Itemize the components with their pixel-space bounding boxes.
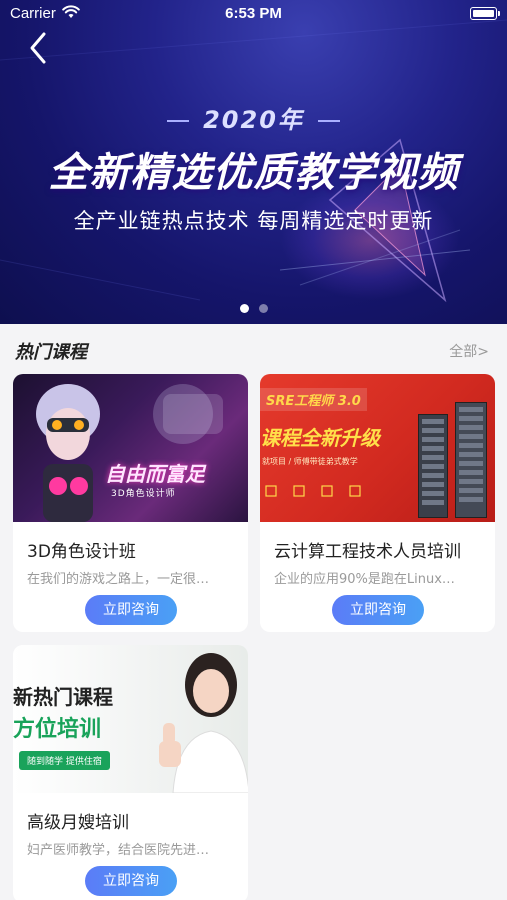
course-thumbnail: SRE工程师 3.0 课程全新升级 就项目 / 师傅带徒弟式教学 [260,374,495,522]
character-illustration [36,384,223,522]
banner-year: 2020年 [203,106,304,134]
thumbnail-subtext: 3D角色设计师 [111,489,176,499]
server-rack-graphic [455,402,487,518]
divider [317,120,340,122]
banner-subtitle: 全产业链热点技术 每周精选定时更新 [73,209,434,233]
thumbnail-subheadline: 方位培训 [13,717,102,742]
course-description: 妇产医师教学，结合医院先进… [27,843,210,858]
course-description: 企业的应用90%是跑在Linux… [274,572,455,587]
carousel-dot-active[interactable] [239,304,249,313]
banner-year-row: 2020年 [0,100,507,135]
server-rack-graphic [418,414,448,518]
battery-icon [470,7,500,20]
course-title: 3D角色设计班 [27,542,136,562]
course-thumbnail: 自由而富足 3D角色设计师 [13,374,248,522]
chevron-left-icon [30,32,46,64]
carousel-indicator [0,298,507,317]
clock: 6:53 PM [225,5,282,22]
back-button[interactable] [22,30,58,66]
thumbnail-tag: 随到随学 提供住宿 [19,751,110,770]
feature-icons [265,485,361,497]
status-bar: Carrier 6:53 PM [0,0,507,28]
hero-banner[interactable]: Carrier 6:53 PM 2020年 全新精选优质教学视频 全产业链热点技… [0,0,507,324]
thumbnail-subtext: 就项目 / 师傅带徒弟式教学 [262,457,358,466]
course-title: 云计算工程技术人员培训 [274,542,461,562]
consult-button[interactable]: 立即咨询 [332,595,424,625]
thumbnail-tag: SRE工程师 3.0 [260,388,367,411]
banner-title: 全新精选优质教学视频 [48,150,459,196]
see-all-link[interactable]: 全部> [449,341,489,361]
thumbnail-headline: 自由而富足 [105,462,205,486]
thumbnail-headline: 课程全新升级 [260,426,380,450]
course-description: 在我们的游戏之路上，一定很… [27,572,210,587]
instructor-photo [159,653,248,793]
thumbnail-headline: 新热门课程 [13,685,113,709]
course-thumbnail: 新热门课程 方位培训 随到随学 提供住宿 [13,645,248,793]
course-card[interactable]: 新热门课程 方位培训 随到随学 提供住宿 高级月嫂培训 妇产医师教学，结合医院先… [13,645,248,900]
course-title: 高级月嫂培训 [27,813,129,833]
course-card[interactable]: SRE工程师 3.0 课程全新升级 就项目 / 师傅带徒弟式教学 云计算工程技术… [260,374,495,632]
section-title: 热门课程 [15,342,87,363]
course-card[interactable]: 自由而富足 3D角色设计师 3D角色设计班 在我们的游戏之路上，一定很… 立即咨… [13,374,248,632]
divider [167,120,190,122]
consult-button[interactable]: 立即咨询 [85,595,177,625]
consult-button[interactable]: 立即咨询 [85,866,177,896]
carousel-dot[interactable] [258,304,268,313]
